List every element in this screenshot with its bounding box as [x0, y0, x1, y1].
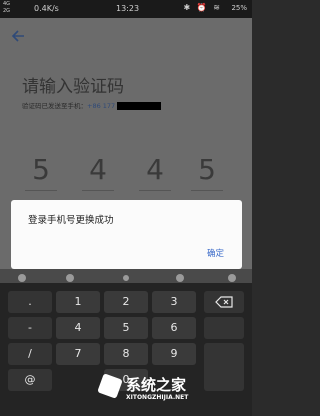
site-watermark: 系统之家 XITONGZHIJIA.NET [97, 372, 250, 412]
phone-number: +86 177 [87, 102, 116, 110]
key-2[interactable]: 2 [104, 291, 148, 313]
status-bar: 4G 2G 0.4K/s 13:23 ✱ ⏰ ≋ 25% [0, 0, 252, 18]
code-underline [139, 190, 171, 191]
key-6[interactable]: 6 [152, 317, 196, 339]
sent-to-label: 验证码已发送至手机： [22, 102, 87, 110]
symbol-key-dash[interactable]: - [8, 317, 52, 339]
key-3[interactable]: 3 [152, 291, 196, 313]
key-5[interactable]: 5 [104, 317, 148, 339]
code-underline [25, 190, 57, 191]
key-1[interactable]: 1 [56, 291, 100, 313]
symbol-key-dot[interactable]: . [8, 291, 52, 313]
backspace-icon[interactable] [204, 291, 244, 313]
signal-indicator: 4G 2G [3, 1, 10, 15]
status-icons: ✱ ⏰ ≋ [184, 3, 222, 12]
symbol-key[interactable]: / [8, 343, 52, 365]
sent-to-info: 验证码已发送至手机：+86 177 [22, 100, 162, 110]
key-4[interactable]: 4 [56, 317, 100, 339]
key-7[interactable]: 7 [56, 343, 100, 365]
code-digit-2: 4 [89, 153, 107, 186]
network-speed: 0.4K/s [34, 4, 59, 13]
clear-key[interactable] [204, 317, 244, 339]
wifi-icon: ≋ [213, 3, 222, 12]
battery-level: 25% [231, 4, 247, 12]
keyboard-toolbar [0, 269, 252, 283]
dialog-message: 登录手机号更换成功 [28, 215, 114, 226]
signal-top-label: 4G [3, 1, 11, 7]
watermark-url: XITONGZHIJIA.NET [126, 394, 189, 401]
clock: 13:23 [116, 4, 140, 13]
alarm-icon: ⏰ [196, 3, 209, 12]
key-9[interactable]: 9 [152, 343, 196, 365]
page-title: 请输入验证码 [22, 77, 124, 97]
watermark-logo-icon [97, 373, 123, 399]
code-digit-4: 5 [198, 153, 216, 186]
symbol-key[interactable]: @ [8, 369, 52, 391]
code-digit-1: 5 [32, 153, 50, 186]
signal-bottom-label: 2G [3, 8, 11, 14]
back-arrow-icon[interactable] [10, 28, 28, 46]
confirm-button[interactable]: 确定 [207, 247, 224, 259]
watermark-text: 系统之家 [126, 376, 187, 394]
code-underline [191, 190, 223, 191]
code-underline [82, 190, 114, 191]
redacted-block [117, 102, 162, 110]
bluetooth-icon: ✱ [183, 3, 193, 12]
key-8[interactable]: 8 [104, 343, 148, 365]
success-dialog: 登录手机号更换成功 确定 [11, 200, 242, 269]
code-digit-3: 4 [146, 153, 164, 186]
